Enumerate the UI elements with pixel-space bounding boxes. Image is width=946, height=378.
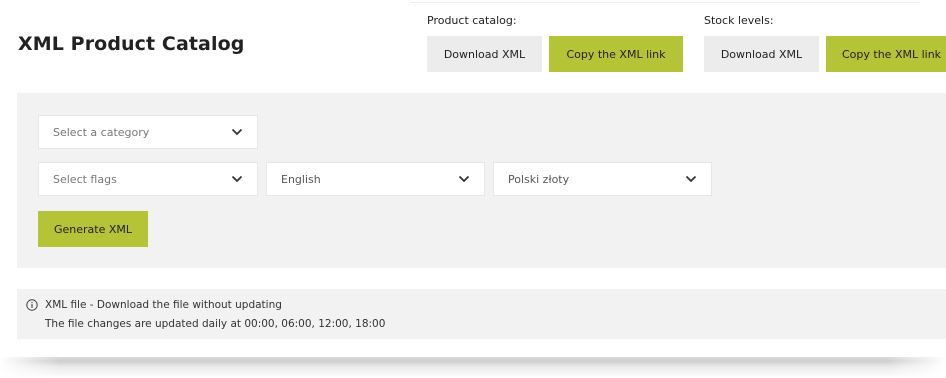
chevron-down-icon	[231, 128, 243, 136]
language-select[interactable]: English	[266, 162, 485, 196]
flags-select[interactable]: Select flags	[38, 162, 258, 196]
info-icon	[26, 299, 38, 311]
chevron-down-icon	[685, 175, 697, 183]
category-select-label: Select a category	[53, 125, 150, 139]
info-text-line-2: The file changes are updated daily at 00…	[45, 318, 386, 330]
chevron-down-icon	[458, 175, 470, 183]
language-select-value: English	[281, 172, 321, 186]
info-text-line-1: XML file - Download the file without upd…	[45, 299, 282, 311]
chevron-down-icon	[231, 175, 243, 183]
stock-levels-download-button[interactable]: Download XML	[704, 36, 819, 72]
stock-levels-copy-link-button[interactable]: Copy the XML link	[826, 36, 946, 72]
product-catalog-label: Product catalog:	[427, 14, 517, 27]
generate-xml-button[interactable]: Generate XML	[38, 211, 148, 247]
product-catalog-copy-link-button[interactable]: Copy the XML link	[549, 36, 683, 72]
currency-select-value: Polski złoty	[508, 172, 570, 186]
top-divider	[410, 2, 920, 3]
category-select[interactable]: Select a category	[38, 115, 258, 149]
currency-select[interactable]: Polski złoty	[493, 162, 712, 196]
info-panel	[17, 289, 946, 339]
bottom-shadow	[0, 357, 946, 378]
product-catalog-download-button[interactable]: Download XML	[427, 36, 542, 72]
stock-levels-label: Stock levels:	[704, 14, 774, 27]
flags-select-label: Select flags	[53, 172, 117, 186]
page-title: XML Product Catalog	[18, 33, 245, 55]
